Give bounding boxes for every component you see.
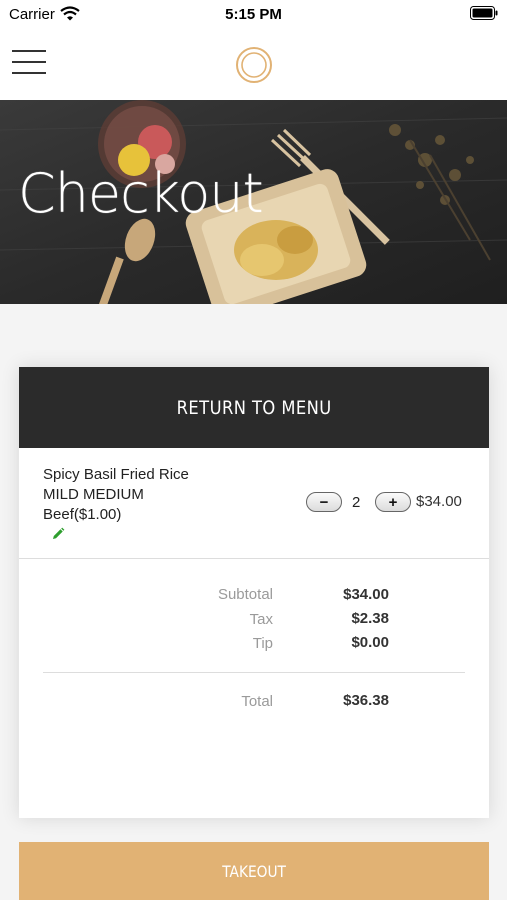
- item-option: MILD MEDIUM: [43, 486, 144, 503]
- tip-value: $0.00: [351, 634, 389, 651]
- battery-icon: [470, 6, 498, 24]
- subtotal-value: $34.00: [343, 586, 389, 603]
- tax-label: Tax: [249, 611, 273, 628]
- checkout-card: RETURN TO MENU Spicy Basil Fried Rice MI…: [19, 367, 489, 818]
- ring-logo-icon: [235, 46, 273, 89]
- tip-label: Tip: [252, 635, 273, 652]
- tax-value: $2.38: [351, 610, 389, 627]
- hamburger-menu-icon[interactable]: [12, 50, 46, 76]
- status-bar: Carrier 5:15 PM: [0, 0, 507, 30]
- increase-quantity-button[interactable]: +: [375, 492, 411, 512]
- decrease-quantity-button[interactable]: −: [306, 492, 342, 512]
- takeout-label: TAKEOUT: [222, 861, 286, 881]
- app-header: [0, 30, 507, 100]
- quantity-value: 2: [352, 494, 361, 511]
- total-value: $36.38: [343, 692, 389, 709]
- page-title: Checkout: [18, 162, 264, 225]
- return-to-menu-button[interactable]: RETURN TO MENU: [19, 367, 489, 448]
- order-item: Spicy Basil Fried Rice MILD MEDIUM Beef(…: [19, 448, 489, 559]
- pencil-icon[interactable]: [51, 527, 65, 546]
- clock-time: 5:15 PM: [225, 6, 282, 23]
- item-name: Spicy Basil Fried Rice: [43, 466, 189, 483]
- item-price: $34.00: [416, 493, 462, 510]
- takeout-button[interactable]: TAKEOUT: [19, 842, 489, 900]
- total-label: Total: [241, 693, 273, 710]
- totals-divider: [43, 672, 465, 673]
- subtotal-label: Subtotal: [217, 586, 273, 603]
- hero-banner: Checkout: [0, 100, 507, 304]
- item-addon: Beef($1.00): [43, 506, 122, 523]
- return-to-menu-label: RETURN TO MENU: [176, 396, 332, 419]
